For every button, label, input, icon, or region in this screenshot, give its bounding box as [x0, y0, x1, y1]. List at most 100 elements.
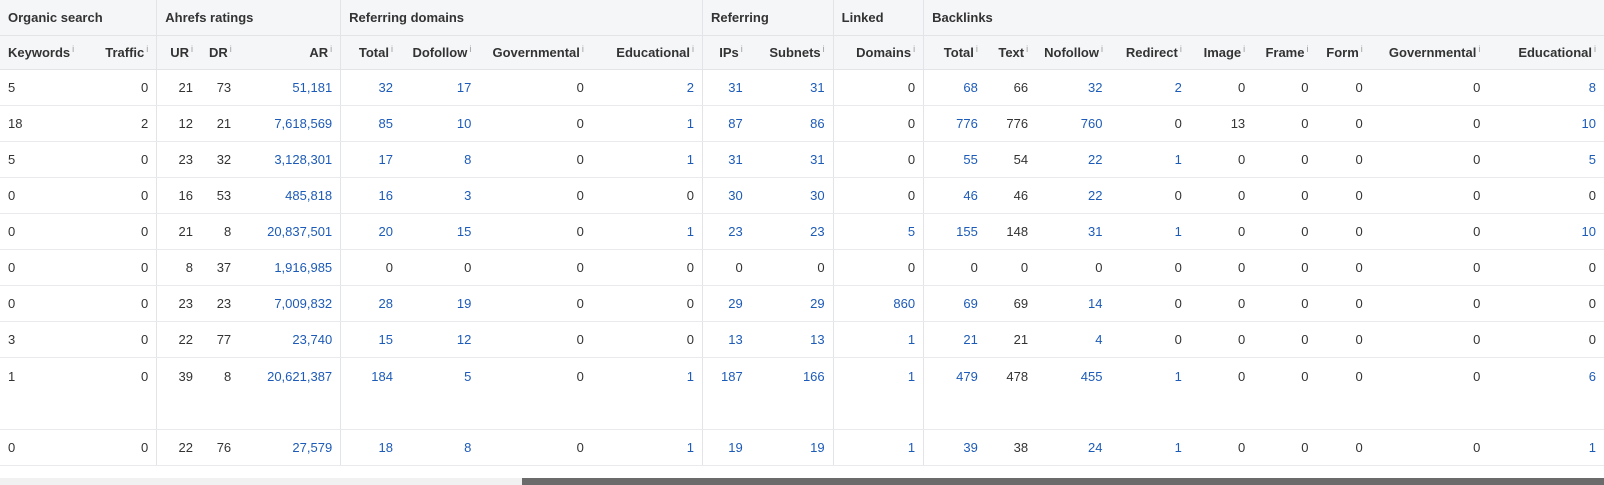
cell-rd-total[interactable]: 18 — [340, 429, 401, 466]
cell-ips[interactable]: 19 — [701, 429, 751, 466]
info-icon[interactable]: i — [330, 44, 332, 54]
cell-subnets[interactable]: 30 — [750, 177, 834, 214]
info-icon[interactable]: i — [582, 44, 584, 54]
cell-rd-dofollow[interactable]: 8 — [400, 141, 480, 178]
cell-rd-educational[interactable]: 1 — [591, 213, 703, 250]
cell-rd-dofollow[interactable]: 5 — [400, 357, 480, 430]
cell-subnets[interactable]: 19 — [750, 429, 834, 466]
cell-bl-educational[interactable]: 1 — [1488, 429, 1604, 466]
cell-ips[interactable]: 31 — [701, 141, 751, 178]
cell-rd-total[interactable]: 20 — [340, 213, 401, 250]
column-header-bl-form[interactable]: Form i — [1316, 35, 1371, 70]
cell-bl-total[interactable]: 39 — [923, 429, 986, 466]
cell-linked-domains[interactable]: 860 — [832, 285, 924, 322]
cell-rd-dofollow[interactable]: 15 — [400, 213, 480, 250]
column-header-bl-image[interactable]: Image i — [1189, 35, 1254, 70]
info-icon[interactable]: i — [72, 44, 74, 54]
cell-ar[interactable]: 27,579 — [239, 429, 341, 466]
cell-ips[interactable]: 87 — [701, 105, 751, 142]
cell-bl-educational[interactable]: 10 — [1488, 213, 1604, 250]
cell-rd-total[interactable]: 184 — [340, 357, 401, 430]
cell-bl-nofollow[interactable]: 760 — [1036, 105, 1111, 142]
cell-rd-dofollow[interactable]: 17 — [400, 69, 480, 106]
cell-bl-nofollow[interactable]: 14 — [1036, 285, 1111, 322]
cell-ar[interactable]: 20,837,501 — [239, 213, 341, 250]
info-icon[interactable]: i — [146, 44, 148, 54]
column-header-bl-educational[interactable]: Educational i — [1488, 35, 1604, 70]
column-header-bl-text[interactable]: Text i — [985, 35, 1037, 70]
cell-bl-redirect[interactable]: 1 — [1110, 141, 1190, 178]
cell-ips[interactable]: 29 — [701, 285, 751, 322]
cell-ar[interactable]: 7,009,832 — [239, 285, 341, 322]
cell-ar[interactable]: 7,618,569 — [239, 105, 341, 142]
column-header-traffic[interactable]: Traffic i — [92, 35, 157, 70]
column-header-bl-redirect[interactable]: Redirect i — [1110, 35, 1190, 70]
column-header-subnets[interactable]: Subnets i — [750, 35, 834, 70]
cell-rd-educational[interactable]: 1 — [591, 429, 703, 466]
cell-bl-total[interactable]: 776 — [923, 105, 986, 142]
cell-ar[interactable]: 1,916,985 — [239, 249, 341, 286]
cell-bl-nofollow[interactable]: 24 — [1036, 429, 1111, 466]
cell-rd-dofollow[interactable]: 10 — [400, 105, 480, 142]
column-header-rd-total[interactable]: Total i — [340, 35, 401, 70]
info-icon[interactable]: i — [191, 44, 193, 54]
cell-bl-educational[interactable]: 6 — [1488, 357, 1604, 430]
info-icon[interactable]: i — [741, 44, 743, 54]
info-icon[interactable]: i — [1243, 44, 1245, 54]
cell-subnets[interactable]: 31 — [750, 141, 834, 178]
column-header-linked-domains[interactable]: Domains i — [832, 35, 924, 70]
cell-bl-redirect[interactable]: 1 — [1110, 357, 1190, 430]
column-header-bl-nofollow[interactable]: Nofollow i — [1036, 35, 1111, 70]
cell-rd-educational[interactable]: 1 — [591, 141, 703, 178]
cell-linked-domains[interactable]: 1 — [832, 429, 924, 466]
cell-bl-total[interactable]: 46 — [923, 177, 986, 214]
cell-ips[interactable]: 187 — [701, 357, 751, 430]
info-icon[interactable]: i — [913, 44, 915, 54]
column-header-rd-dofollow[interactable]: Dofollow i — [400, 35, 480, 70]
cell-bl-nofollow[interactable]: 31 — [1036, 213, 1111, 250]
cell-bl-total[interactable]: 21 — [923, 321, 986, 358]
cell-bl-nofollow[interactable]: 455 — [1036, 357, 1111, 430]
cell-subnets[interactable]: 29 — [750, 285, 834, 322]
cell-rd-total[interactable]: 85 — [340, 105, 401, 142]
cell-bl-educational[interactable]: 10 — [1488, 105, 1604, 142]
cell-ar[interactable]: 23,740 — [239, 321, 341, 358]
cell-rd-total[interactable]: 28 — [340, 285, 401, 322]
cell-subnets[interactable]: 86 — [750, 105, 834, 142]
column-header-ar[interactable]: AR i — [239, 35, 341, 70]
cell-subnets[interactable]: 23 — [750, 213, 834, 250]
cell-bl-educational[interactable]: 5 — [1488, 141, 1604, 178]
cell-rd-dofollow[interactable]: 3 — [400, 177, 480, 214]
cell-ar[interactable]: 20,621,387 — [239, 357, 341, 430]
cell-rd-dofollow[interactable]: 12 — [400, 321, 480, 358]
horizontal-scrollbar-thumb[interactable] — [522, 478, 1604, 485]
cell-linked-domains[interactable]: 1 — [832, 321, 924, 358]
column-header-ur[interactable]: UR i — [156, 35, 201, 70]
cell-ips[interactable]: 23 — [701, 213, 751, 250]
cell-ips[interactable]: 30 — [701, 177, 751, 214]
cell-rd-educational[interactable]: 2 — [591, 69, 703, 106]
cell-rd-educational[interactable]: 1 — [591, 105, 703, 142]
cell-bl-redirect[interactable]: 1 — [1110, 213, 1190, 250]
info-icon[interactable]: i — [469, 44, 471, 54]
info-icon[interactable]: i — [1101, 44, 1103, 54]
info-icon[interactable]: i — [1306, 44, 1308, 54]
cell-bl-redirect[interactable]: 2 — [1110, 69, 1190, 106]
cell-rd-educational[interactable]: 1 — [591, 357, 703, 430]
cell-bl-redirect[interactable]: 1 — [1110, 429, 1190, 466]
cell-rd-total[interactable]: 17 — [340, 141, 401, 178]
cell-bl-nofollow[interactable]: 32 — [1036, 69, 1111, 106]
cell-rd-dofollow[interactable]: 8 — [400, 429, 480, 466]
cell-ar[interactable]: 3,128,301 — [239, 141, 341, 178]
column-header-rd-educational[interactable]: Educational i — [591, 35, 703, 70]
cell-subnets[interactable]: 31 — [750, 69, 834, 106]
cell-bl-educational[interactable]: 8 — [1488, 69, 1604, 106]
column-header-ips[interactable]: IPs i — [701, 35, 751, 70]
cell-ips[interactable]: 13 — [701, 321, 751, 358]
info-icon[interactable]: i — [1594, 44, 1596, 54]
info-icon[interactable]: i — [391, 44, 393, 54]
column-header-bl-governmental[interactable]: Governmental i — [1370, 35, 1489, 70]
column-header-rd-governmental[interactable]: Governmental i — [479, 35, 592, 70]
cell-rd-total[interactable]: 16 — [340, 177, 401, 214]
column-header-keywords[interactable]: Keywords i — [0, 35, 93, 70]
